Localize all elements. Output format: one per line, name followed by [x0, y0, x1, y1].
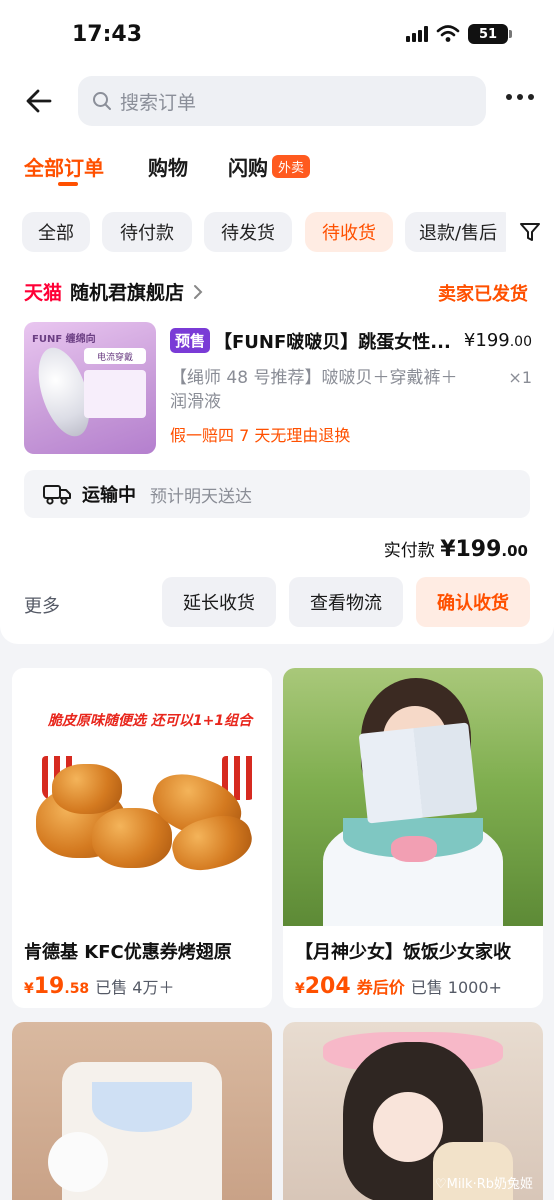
shipping-eta: 预计明天送达: [150, 486, 252, 507]
lolita-dress-image: [12, 1022, 272, 1200]
product-title-text: 【FUNF啵啵贝】跳蛋女性...: [214, 332, 451, 353]
paid-main: ¥199: [440, 537, 502, 562]
fried-chicken: [52, 764, 122, 814]
product-sku: 【绳师 48 号推荐】啵啵贝＋穿戴裤＋润滑液: [170, 368, 458, 412]
cellular-signal-icon: [406, 26, 428, 42]
tmall-logo: 天猫: [24, 282, 63, 304]
filter-pending-receipt[interactable]: 待收货: [305, 212, 393, 252]
order-type-tabs: 全部订单 购物 闪购 外卖: [0, 132, 554, 198]
more-actions-link[interactable]: 更多: [24, 592, 60, 618]
fried-chicken: [92, 808, 172, 868]
recommendation-card[interactable]: ♡Milk·Rb奶兔姬: [283, 1022, 543, 1200]
order-status: 卖家已发货: [438, 284, 528, 305]
paid-label: 实付款: [383, 541, 435, 561]
status-time: 17:43: [72, 22, 143, 47]
active-tab-indicator: [58, 182, 78, 186]
status-icons: 51: [406, 24, 512, 44]
cosplay-face: [373, 1092, 443, 1162]
search-input[interactable]: 搜索订单: [78, 76, 486, 126]
reco-sold-count: 已售 1000+: [410, 978, 502, 997]
reco-price-main: 19: [33, 974, 65, 999]
chevron-right-icon: [194, 284, 203, 299]
pink-bow: [391, 836, 437, 862]
battery-icon: 51: [468, 24, 512, 44]
reco-title: 【月神少女】饭饭少女家收: [295, 942, 511, 963]
kfc-product-image: 脆皮原味随便选 还可以1+1组合: [12, 668, 272, 926]
thumbnail-package: [84, 370, 146, 418]
status-bar: 17:43 51: [0, 0, 554, 70]
recommendation-card[interactable]: [12, 1022, 272, 1200]
thumbnail-tag: 电流穿戴: [84, 348, 146, 364]
tab-flash-buy[interactable]: 闪购 外卖: [228, 152, 311, 181]
wifi-icon: [436, 25, 460, 42]
paid-decimal: .00: [501, 542, 528, 560]
reco-price: ¥204: [295, 974, 351, 999]
reco-sold-count: 已售 4万＋: [95, 978, 175, 997]
search-placeholder: 搜索订单: [120, 91, 197, 114]
girl-reading-image: [283, 668, 543, 926]
reco-price-row: ¥204 券后价 已售 1000+: [295, 974, 502, 999]
shipping-status-bar[interactable]: 运输中 预计明天送达: [24, 470, 530, 518]
reco-price-row: ¥19.58 已售 4万＋: [24, 974, 174, 999]
image-watermark: ♡Milk·Rb奶兔姬: [434, 1177, 533, 1192]
reco-price-main: 204: [304, 974, 351, 999]
reco-price-symbol: ¥: [24, 981, 34, 997]
shipping-status: 运输中: [82, 485, 136, 506]
extend-receipt-button[interactable]: 延长收货: [162, 577, 276, 627]
product-quantity: ×1: [508, 368, 532, 387]
filter-funnel-button[interactable]: [506, 212, 554, 252]
takeout-badge: 外卖: [272, 155, 311, 178]
service-guarantee: 假一赔四 7 天无理由退换: [170, 426, 351, 445]
filter-all[interactable]: 全部: [22, 212, 90, 252]
confirm-receipt-button[interactable]: 确认收货: [416, 577, 530, 627]
top-bar: 搜索订单: [0, 70, 554, 132]
presale-badge: 预售: [170, 328, 211, 353]
reco-price-decimal: .58: [64, 981, 90, 997]
price-decimal: .00: [509, 334, 532, 350]
truck-icon: [43, 485, 71, 505]
filter-pending-payment[interactable]: 待付款: [102, 212, 192, 252]
product-price: ¥199.00: [464, 330, 532, 351]
dress-collar: [92, 1082, 192, 1132]
plush-toy: [48, 1132, 108, 1192]
status-filter-bar: 全部 待付款 待发货 待收货 退款/售后: [0, 198, 554, 266]
paid-amount-row: 实付款 ¥199.00: [384, 536, 528, 562]
back-button[interactable]: [22, 84, 56, 118]
paid-amount: ¥199.00: [440, 537, 528, 562]
filter-refund-aftersale[interactable]: 退款/售后: [405, 212, 515, 252]
cosplay-image: ♡Milk·Rb奶兔姬: [283, 1022, 543, 1200]
thumbnail-brand: FUNF 缠绵向: [32, 334, 96, 345]
manga-book: [358, 722, 478, 824]
recommendation-card[interactable]: 【月神少女】饭饭少女家收 ¥204 券后价 已售 1000+: [283, 668, 543, 1008]
reco-price: ¥19.58: [24, 974, 89, 999]
shop-link[interactable]: 天猫 随机君旗舰店: [24, 278, 204, 305]
order-card[interactable]: 天猫 随机君旗舰店 卖家已发货 FUNF 缠绵向 电流穿戴 预售 【FUNF啵啵贝…: [0, 266, 554, 644]
kfc-promo-banner: 脆皮原味随便选 还可以1+1组合: [48, 713, 253, 729]
tab-shopping[interactable]: 购物: [148, 152, 188, 181]
more-options-icon[interactable]: [506, 94, 534, 100]
price-main: ¥199: [463, 330, 510, 351]
search-icon: [93, 92, 111, 110]
coupon-price-label: 券后价: [356, 978, 405, 997]
reco-title: 肯德基 KFC优惠券烤翅原: [24, 942, 232, 963]
product-title[interactable]: 预售 【FUNF啵啵贝】跳蛋女性...: [170, 328, 460, 354]
tab-all-orders[interactable]: 全部订单: [24, 152, 104, 181]
view-logistics-button[interactable]: 查看物流: [289, 577, 403, 627]
funnel-icon: [520, 223, 540, 241]
back-arrow-icon: [26, 89, 52, 113]
reco-price-symbol: ¥: [295, 981, 305, 997]
product-thumbnail[interactable]: FUNF 缠绵向 电流穿戴: [24, 322, 156, 454]
recommendation-card[interactable]: 脆皮原味随便选 还可以1+1组合 肯德基 KFC优惠券烤翅原 ¥19.58 已售…: [12, 668, 272, 1008]
shop-name: 随机君旗舰店: [70, 282, 185, 304]
filter-pending-shipment[interactable]: 待发货: [204, 212, 292, 252]
tab-flash-buy-label: 闪购: [228, 156, 268, 180]
